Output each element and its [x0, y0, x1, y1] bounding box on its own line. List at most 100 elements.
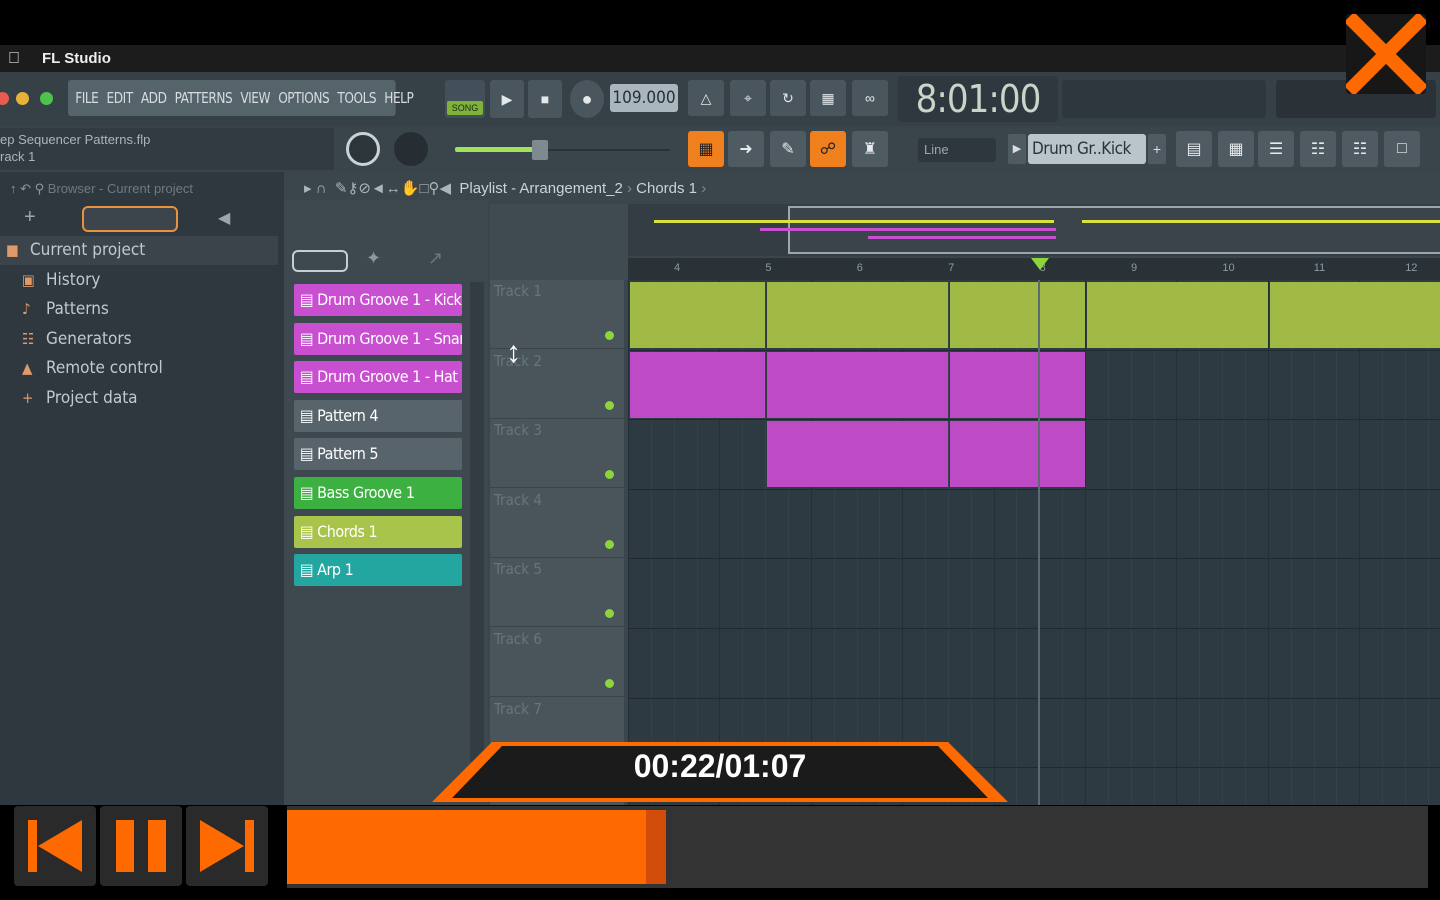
menu-edit[interactable]: EDIT: [107, 89, 134, 107]
browser-item[interactable]: + Project data: [0, 384, 278, 413]
browser-nav-icon[interactable]: ↑ ↶ ⚲: [10, 181, 48, 196]
piano-roll-view-button[interactable]: ▦: [1218, 131, 1254, 167]
snap-selector[interactable]: Line: [918, 138, 996, 162]
playlist-clip[interactable]: ▤ Chords 1: [630, 282, 766, 348]
piano-roll-button[interactable]: ▦: [688, 131, 724, 167]
playlist-clip[interactable]: ▤ Chords 1: [767, 282, 948, 348]
minimize-window-icon[interactable]: [16, 92, 29, 105]
blend-notes-button[interactable]: ▦: [810, 80, 846, 116]
menu-help[interactable]: HELP: [384, 89, 414, 107]
master-volume-knob[interactable]: [346, 132, 380, 166]
menu-view[interactable]: VIEW: [240, 89, 270, 107]
project-button[interactable]: □: [1384, 131, 1420, 167]
stop-button[interactable]: ■: [528, 80, 562, 118]
playlist-tools-icon[interactable]: ▸ ∩ ✎⚷⊘◄↔✋□⚲◀: [304, 180, 455, 197]
pattern-picker-tab[interactable]: [292, 250, 348, 272]
track-mute-led[interactable]: [605, 609, 614, 619]
record-button[interactable]: ●: [570, 80, 604, 118]
menu-options[interactable]: OPTIONS: [278, 89, 330, 107]
pattern-item[interactable]: ▤ Pattern 5: [294, 438, 462, 471]
track-header[interactable]: Track 4: [490, 489, 624, 558]
playlist-clip[interactable]: ▤ Chords 1: [1269, 282, 1440, 348]
brush-icon: ✎: [781, 141, 795, 158]
pause-button[interactable]: [100, 806, 182, 886]
playlist-clip[interactable]: ▤ Drum Groove 1 - Hat: [630, 351, 766, 418]
apple-icon[interactable]: : [8, 50, 20, 68]
grid-line: [1222, 280, 1224, 805]
menu-tools[interactable]: TOOLS: [337, 89, 376, 107]
pattern-item[interactable]: ▤ Pattern 4: [294, 399, 462, 432]
channel-selector[interactable]: Drum Gr..Kick: [1028, 134, 1146, 164]
menu-file[interactable]: FILE: [75, 89, 99, 107]
song-time-display[interactable]: 8:01:00: [898, 76, 1058, 122]
pattern-item[interactable]: ▤ Drum Groove 1 - Hat: [294, 361, 462, 394]
stamp-button[interactable]: ♜: [852, 131, 888, 167]
wait-input-button[interactable]: ⌖: [730, 80, 766, 116]
track-mute-led[interactable]: [605, 400, 614, 410]
mixer-view-button[interactable]: ☷: [1300, 131, 1336, 167]
previous-button[interactable]: [14, 806, 96, 886]
browser-view-button[interactable]: ☷: [1342, 131, 1378, 167]
master-slider-handle[interactable]: [532, 140, 548, 160]
video-progress-thumb[interactable]: [646, 810, 666, 884]
playlist-clip[interactable]: ▤ Drum Groove 1 - Hat: [767, 351, 948, 418]
countdown-button[interactable]: ↻: [770, 80, 806, 116]
track-mute-led[interactable]: [605, 679, 614, 688]
pattern-song-toggle[interactable]: SONG: [445, 80, 485, 118]
menu-patterns[interactable]: PATTERNS: [175, 89, 233, 107]
pattern-scrollbar[interactable]: [470, 282, 484, 762]
playlist-grid[interactable]: ▤ Chords 1 ▤ Chords 1 ▤ Chords 1 ▤ Chords 1…: [628, 280, 1440, 805]
prev-channel-button[interactable]: ▶: [1008, 134, 1026, 164]
playlist-overview[interactable]: [628, 204, 1440, 256]
playlist-clip[interactable]: ▤ Chords 1: [949, 282, 1085, 348]
clip-label: ▤ Chords 1: [769, 282, 831, 296]
audio-clip-icon[interactable]: ↗: [428, 248, 443, 269]
playlist-clip[interactable]: ▤ Drum Groove 1 - Hat: [949, 351, 1085, 418]
loop-record-button[interactable]: ∞: [852, 80, 888, 116]
maximize-window-icon[interactable]: [40, 92, 53, 105]
playlist-view-button[interactable]: ▤: [1176, 131, 1212, 167]
track-header[interactable]: Track 3: [490, 419, 624, 489]
track-name: Track 3: [494, 421, 542, 440]
rack-icon: ☰: [1268, 141, 1284, 158]
track-mute-led[interactable]: [605, 539, 614, 549]
playlist-breadcrumb-1[interactable]: Playlist - Arrangement_2: [459, 180, 622, 197]
speaker-icon[interactable]: ◀: [218, 208, 230, 228]
browser-item[interactable]: ■ Current project: [0, 236, 278, 265]
link-button[interactable]: ☍: [810, 131, 846, 167]
browser-item[interactable]: ♪ Patterns: [0, 295, 278, 324]
track-mute-led[interactable]: [605, 331, 614, 340]
app-name[interactable]: FL Studio: [42, 50, 111, 67]
tempo-display[interactable]: 109.000: [610, 84, 678, 112]
pattern-item[interactable]: ▤ Arp 1: [294, 554, 462, 587]
master-pitch-knob[interactable]: [394, 132, 428, 166]
pattern-item[interactable]: ▤ Chords 1: [294, 515, 462, 548]
add-channel-button[interactable]: +: [1148, 134, 1166, 164]
close-video-button[interactable]: [1344, 12, 1428, 96]
track-header[interactable]: Track 6: [490, 628, 624, 697]
countdown-icon: ↻: [782, 89, 794, 106]
track-mute-led[interactable]: [605, 470, 614, 480]
pattern-item[interactable]: ▤ Bass Groove 1: [294, 477, 462, 509]
browser-item[interactable]: ▣ History: [0, 266, 278, 295]
next-button-video[interactable]: [186, 806, 268, 886]
metronome-button[interactable]: △: [688, 80, 724, 116]
channel-rack-view-button[interactable]: ☰: [1258, 131, 1294, 167]
pattern-item[interactable]: ▤ Drum Groove 1 - Snare: [294, 322, 462, 355]
playlist-clip[interactable]: ▤ Drum Groove 1 - Kick: [767, 421, 948, 488]
expand-icon[interactable]: +: [24, 206, 36, 229]
playlist-clip[interactable]: ▤ Chords 1: [1087, 282, 1268, 348]
pattern-item[interactable]: ▤ Drum Groove 1 - Kick: [294, 284, 462, 316]
grid-line: [1085, 280, 1086, 805]
playlist-clip[interactable]: ▤ Drum Groove 1 - Kick: [949, 421, 1085, 488]
menu-add[interactable]: ADD: [141, 89, 167, 107]
next-button[interactable]: ➜: [728, 131, 764, 167]
browser-item[interactable]: ▲ Remote control: [0, 354, 278, 383]
browser-item[interactable]: ☷ Generators: [0, 325, 278, 354]
playlist-breadcrumb-2[interactable]: Chords 1: [636, 180, 697, 197]
track-header[interactable]: Track 5: [490, 558, 624, 628]
play-button[interactable]: ▶: [490, 80, 524, 118]
automation-icon[interactable]: ✦: [366, 248, 381, 269]
browser-folder-tab[interactable]: [82, 206, 178, 232]
paint-button[interactable]: ✎: [770, 131, 806, 167]
